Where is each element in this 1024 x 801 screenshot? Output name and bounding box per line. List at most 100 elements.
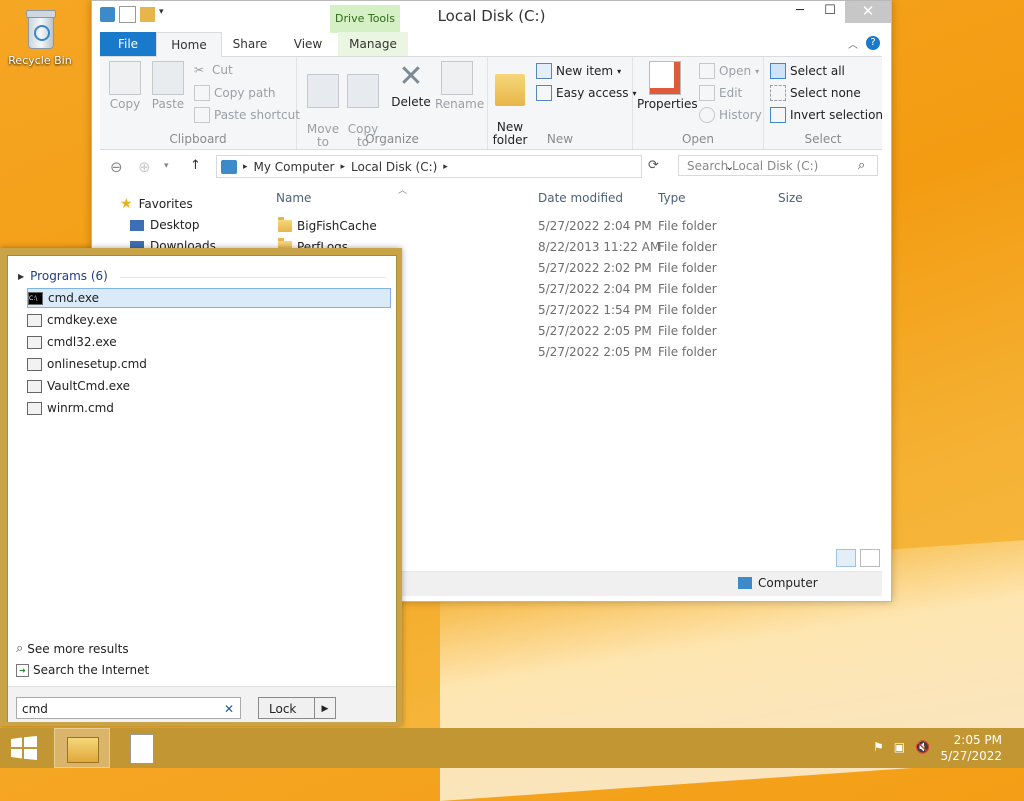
scissors-icon: ✂ — [194, 63, 205, 77]
recycle-bin-label: Recycle Bin — [8, 54, 72, 67]
search-result-cmdkey[interactable]: cmdkey.exe — [27, 310, 391, 330]
tab-view[interactable]: View — [280, 32, 336, 56]
column-size[interactable]: Size — [778, 191, 803, 205]
history-button[interactable]: History — [699, 107, 762, 123]
title-bar[interactable]: ▾ Drive Tools Local Disk (C:) ─ ☐ ✕ — [92, 1, 891, 33]
group-organize: Move to Copy to ✕ Delete Rename Organize — [297, 57, 488, 149]
delete-button[interactable]: ✕ Delete — [391, 61, 431, 110]
column-name[interactable]: Name — [276, 191, 311, 205]
start-search-popup: ▶ Programs (6) C:\ cmd.exe cmdkey.exe cmd… — [0, 248, 402, 726]
arrow-box-icon: ➜ — [16, 663, 29, 677]
paste-shortcut-button[interactable]: Paste shortcut — [194, 107, 300, 123]
group-new: New folder New item ▾ Easy access ▾ New — [488, 57, 637, 149]
start-button[interactable] — [10, 736, 38, 760]
taskbar-file-explorer[interactable] — [54, 728, 110, 768]
edit-icon — [699, 85, 715, 101]
copy-path-button[interactable]: Copy path — [194, 85, 276, 101]
address-bar[interactable]: ▸ My Computer ▸ Local Disk (C:) ▸ ⌄ — [216, 155, 734, 178]
tab-share[interactable]: Share — [220, 32, 280, 56]
back-arrow-icon[interactable]: ⊖ — [110, 158, 123, 176]
volume-muted-icon[interactable]: 🔇 — [915, 740, 930, 754]
forward-arrow-icon[interactable]: ⊕ — [138, 158, 151, 176]
column-date-modified[interactable]: Date modified — [538, 191, 623, 205]
tab-file[interactable]: File — [100, 32, 156, 56]
nav-favorites[interactable]: ★ Favorites — [120, 196, 193, 212]
taskbar-blank-document[interactable] — [114, 728, 170, 768]
search-result-vaultcmd[interactable]: VaultCmd.exe — [27, 376, 391, 396]
start-search-input[interactable]: cmd ✕ — [16, 697, 241, 719]
dialer-icon — [27, 335, 42, 349]
search-result-onlinesetup[interactable]: onlinesetup.cmd — [27, 354, 391, 374]
easy-access-icon — [536, 85, 552, 101]
desktop-icon — [130, 219, 144, 231]
column-type[interactable]: Type — [658, 191, 686, 205]
edit-button[interactable]: Edit — [699, 85, 742, 101]
file-explorer-icon — [67, 737, 99, 763]
document-icon — [130, 734, 154, 764]
select-all-icon — [770, 63, 786, 79]
large-icons-view-icon[interactable] — [860, 549, 880, 567]
open-icon — [699, 63, 715, 79]
computer-icon — [738, 577, 752, 589]
chevron-right-icon[interactable]: ▶ — [314, 698, 335, 718]
expand-arrow-icon: ▶ — [18, 271, 25, 281]
new-item-button[interactable]: New item ▾ — [536, 63, 621, 79]
clock[interactable]: 2:05 PM 5/27/2022 — [940, 732, 1002, 764]
maximize-button[interactable]: ☐ — [815, 1, 845, 23]
search-internet-link[interactable]: ➜ Search the Internet — [16, 663, 149, 677]
recycle-bin-icon — [23, 8, 57, 50]
search-result-cmd[interactable]: C:\ cmd.exe — [27, 288, 391, 308]
details-view-icon[interactable] — [836, 549, 856, 567]
sort-arrow-icon: ︿ — [398, 186, 408, 196]
breadcrumb-local-disk[interactable]: Local Disk (C:) — [351, 160, 437, 174]
refresh-icon[interactable]: ⟳ — [648, 158, 659, 173]
script-icon — [27, 401, 42, 415]
lock-button[interactable]: Lock ▶ — [258, 697, 336, 719]
group-select: Select all Select none Invert selection … — [764, 57, 883, 149]
chevron-right-icon: ▸ — [243, 161, 248, 172]
search-result-cmdl32[interactable]: cmdl32.exe — [27, 332, 391, 352]
tab-manage[interactable]: Manage — [338, 32, 408, 56]
move-to-icon — [307, 74, 339, 108]
minimize-button[interactable]: ─ — [785, 1, 815, 23]
select-all-button[interactable]: Select all — [770, 63, 845, 79]
tab-home[interactable]: Home — [156, 32, 222, 57]
new-item-icon — [536, 63, 552, 79]
recent-locations-icon[interactable]: ▾ — [164, 161, 169, 171]
help-icon[interactable]: ? — [866, 36, 880, 50]
network-icon[interactable]: ▣ — [894, 740, 905, 754]
clear-search-icon[interactable]: ✕ — [224, 698, 234, 720]
chevron-right-icon: ▸ — [443, 161, 448, 172]
recycle-bin-shortcut[interactable]: Recycle Bin — [4, 6, 76, 67]
close-button[interactable]: ✕ — [845, 1, 891, 23]
paste-button[interactable]: Paste — [150, 61, 186, 111]
up-arrow-icon[interactable]: ↑ — [190, 158, 201, 173]
ribbon-tabs: File Home Share View Manage ︿ ? — [100, 32, 882, 57]
properties-large-icon — [649, 61, 681, 95]
invert-selection-button[interactable]: Invert selection — [770, 107, 883, 123]
see-more-results-link[interactable]: ⌕ See more results — [16, 641, 129, 656]
status-location: Computer — [758, 576, 818, 590]
move-to-button[interactable]: Move to — [305, 61, 341, 162]
easy-access-button[interactable]: Easy access ▾ — [536, 85, 637, 101]
collapse-ribbon-icon[interactable]: ︿ — [848, 36, 858, 51]
search-icon: ⌕ — [858, 158, 866, 173]
search-result-winrm[interactable]: winrm.cmd — [27, 398, 391, 418]
cut-button[interactable]: ✂ Cut — [194, 63, 233, 77]
copy-button[interactable]: Copy — [108, 61, 142, 111]
select-none-button[interactable]: Select none — [770, 85, 861, 101]
programs-group-header[interactable]: ▶ Programs (6) — [18, 269, 108, 283]
nav-desktop[interactable]: Desktop — [130, 218, 200, 232]
open-button[interactable]: Open ▾ — [699, 63, 759, 79]
table-row[interactable]: BigFishCache 5/27/2022 2:04 PM File fold… — [272, 217, 882, 240]
properties-button[interactable]: Properties — [637, 61, 698, 111]
action-center-flag-icon[interactable]: ⚑ — [873, 740, 884, 754]
group-clipboard: Copy Paste ✂ Cut Copy path Paste shortcut… — [100, 57, 300, 149]
taskbar: ⚑ ▣ 🔇 2:05 PM 5/27/2022 — [0, 728, 1024, 768]
breadcrumb-my-computer[interactable]: My Computer — [254, 160, 335, 174]
magnifier-icon: ⌕ — [16, 641, 24, 656]
ribbon: Copy Paste ✂ Cut Copy path Paste shortcut… — [100, 57, 883, 150]
search-input[interactable]: Search Local Disk (C:) — [678, 155, 878, 176]
copy-to-button[interactable]: Copy to — [345, 61, 381, 162]
rename-button[interactable]: Rename — [435, 61, 484, 111]
